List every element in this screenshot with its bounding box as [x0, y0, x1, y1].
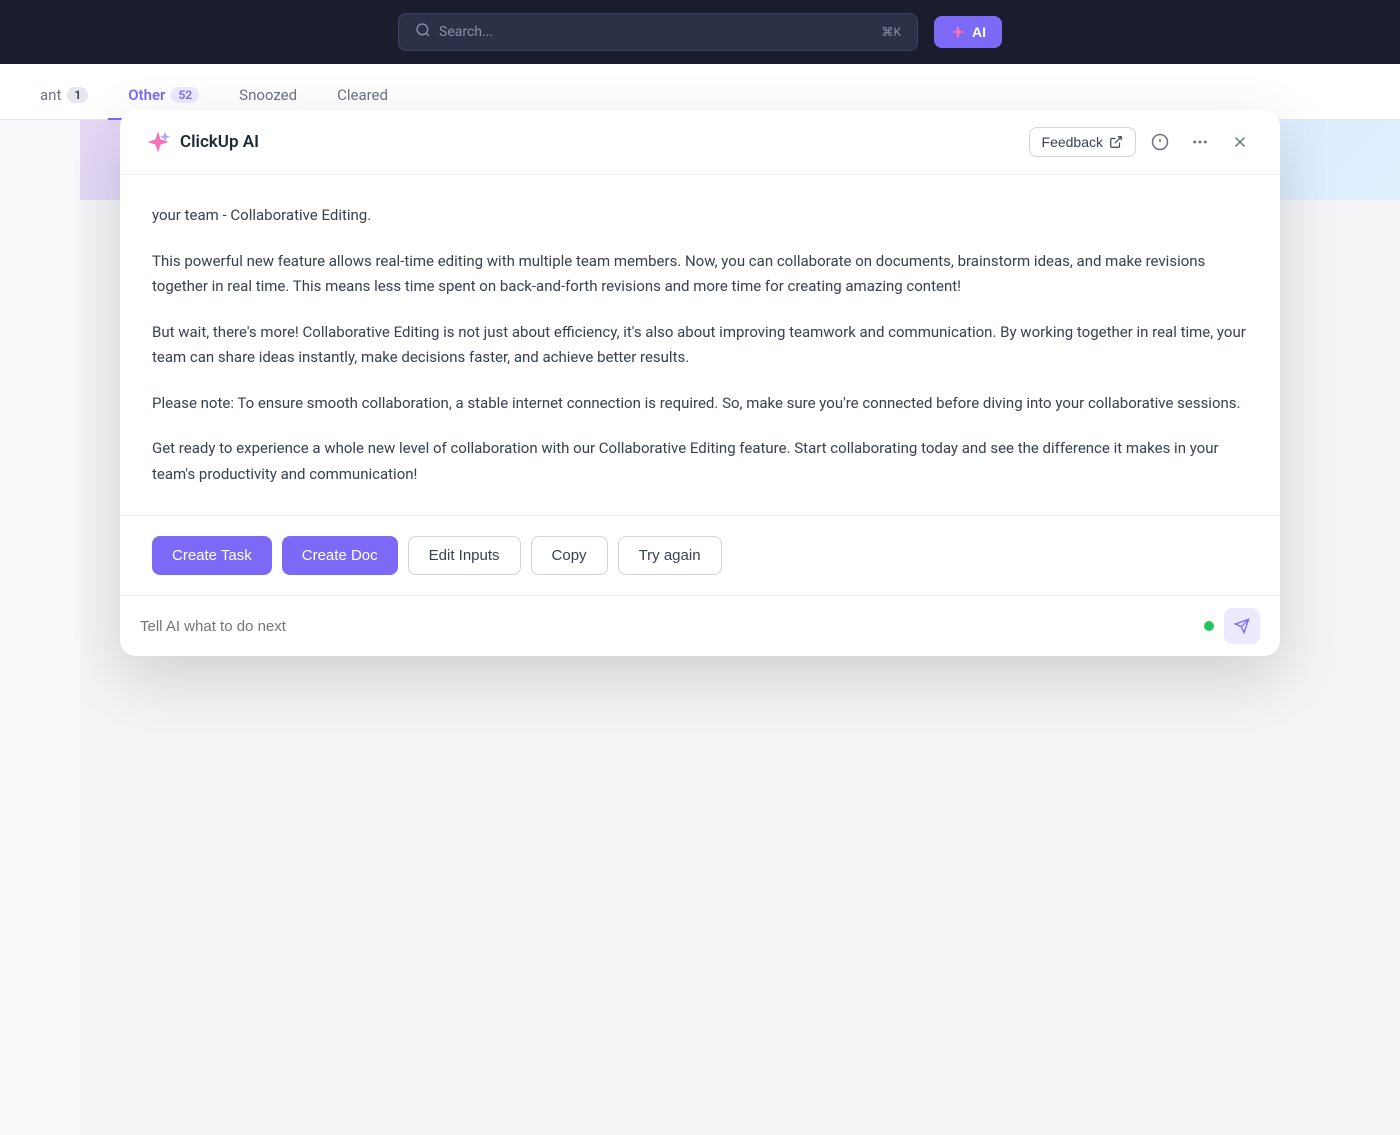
info-button[interactable]: [1144, 126, 1176, 158]
create-task-button[interactable]: Create Task: [152, 536, 272, 575]
ai-input-field[interactable]: [140, 618, 1194, 635]
close-button[interactable]: [1224, 126, 1256, 158]
external-link-icon: [1109, 135, 1123, 149]
copy-button[interactable]: Copy: [531, 536, 608, 575]
content-area: ClickUp AI Feedback: [0, 120, 1400, 1135]
content-paragraph5: Get ready to experience a whole new leve…: [152, 436, 1248, 487]
modal-input-area: [120, 595, 1280, 656]
modal-actions: Feedback: [1029, 126, 1256, 158]
search-shortcut: ⌘K: [881, 25, 901, 39]
ai-modal: ClickUp AI Feedback: [120, 110, 1280, 656]
left-sidebar-hint: [0, 120, 80, 1135]
tab-ant-label: ant: [40, 86, 61, 104]
edit-inputs-button[interactable]: Edit Inputs: [408, 536, 521, 575]
tab-snoozed-label: Snoozed: [239, 86, 297, 104]
clickup-ai-icon: [144, 128, 172, 156]
content-paragraph2: This powerful new feature allows real-ti…: [152, 249, 1248, 300]
feedback-button[interactable]: Feedback: [1029, 127, 1136, 157]
search-icon: [415, 22, 431, 42]
ai-button[interactable]: AI: [934, 16, 1002, 48]
search-placeholder: Search...: [439, 24, 493, 40]
status-dot: [1204, 621, 1214, 631]
tab-other-label: Other: [128, 86, 165, 104]
content-paragraph4: Please note: To ensure smooth collaborat…: [152, 391, 1248, 417]
create-doc-button[interactable]: Create Doc: [282, 536, 398, 575]
content-paragraph3: But wait, there's more! Collaborative Ed…: [152, 320, 1248, 371]
modal-content: your team - Collaborative Editing. This …: [120, 175, 1280, 515]
sparkle-icon-small: [950, 24, 966, 40]
more-options-button[interactable]: [1184, 126, 1216, 158]
try-again-button[interactable]: Try again: [618, 536, 722, 575]
more-icon: [1191, 133, 1209, 151]
search-bar[interactable]: Search... ⌘K: [398, 13, 918, 51]
content-paragraph1: your team - Collaborative Editing.: [152, 203, 1248, 229]
action-buttons-area: Create Task Create Doc Edit Inputs Copy …: [120, 515, 1280, 595]
send-icon: [1234, 618, 1250, 634]
tab-other-badge: 52: [171, 87, 199, 103]
info-icon: [1151, 133, 1169, 151]
modal-header: ClickUp AI Feedback: [120, 110, 1280, 175]
tab-cleared-label: Cleared: [337, 86, 388, 104]
topbar: Search... ⌘K AI: [0, 0, 1400, 64]
ai-logo: ClickUp AI: [144, 128, 1019, 156]
tab-ant[interactable]: ant 1: [20, 72, 108, 120]
send-button[interactable]: [1224, 608, 1260, 644]
close-icon: [1231, 133, 1249, 151]
modal-title: ClickUp AI: [180, 132, 259, 152]
tab-ant-badge: 1: [67, 87, 88, 103]
